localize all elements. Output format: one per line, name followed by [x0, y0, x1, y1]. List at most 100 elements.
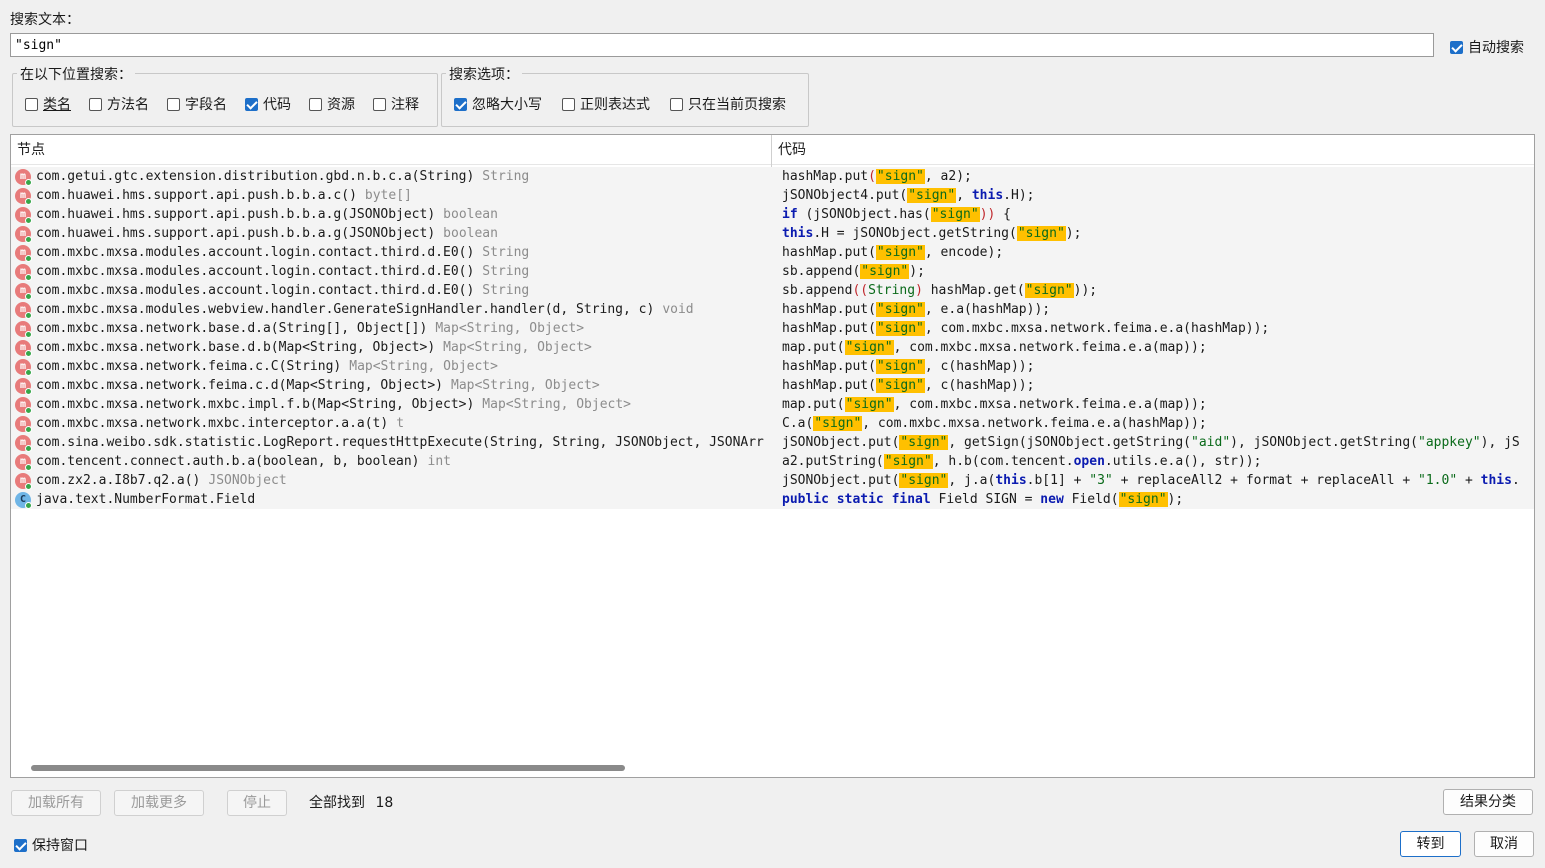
- node-return-type: Map<String, Object>: [443, 340, 592, 355]
- option-method-name[interactable]: 方法名: [89, 94, 149, 114]
- method-icon: m: [15, 434, 32, 452]
- code-token: public static final: [782, 492, 931, 507]
- match-highlight: "sign": [907, 188, 957, 203]
- checkbox-icon: [89, 97, 102, 111]
- result-code: hashMap.put("sign", a2);: [782, 167, 1534, 186]
- node-return-type: String: [482, 169, 530, 184]
- option-regex[interactable]: 正则表达式: [562, 94, 650, 114]
- node-return-type: String: [482, 283, 530, 298]
- keep-window-label: 保持窗口: [32, 838, 88, 854]
- result-code: map.put("sign", com.mxbc.mxsa.network.fe…: [782, 338, 1534, 357]
- result-code: sb.append("sign");: [782, 262, 1534, 281]
- load-all-button[interactable]: 加载所有: [11, 790, 101, 816]
- code-token: this: [971, 188, 1004, 203]
- code-token: hashMap.put(: [782, 378, 876, 393]
- code-token: map.put(: [782, 397, 845, 412]
- match-highlight: "sign": [860, 264, 910, 279]
- code-token: )): [979, 207, 996, 222]
- load-more-button[interactable]: 加载更多: [114, 790, 204, 816]
- match-highlight: "sign": [875, 245, 925, 260]
- found-label: 全部找到: [309, 795, 365, 811]
- stop-button[interactable]: 停止: [227, 790, 287, 816]
- node-return-type: int: [427, 454, 451, 469]
- option-code[interactable]: 代码: [245, 94, 291, 114]
- result-node: m com.mxbc.mxsa.modules.account.login.con…: [15, 262, 771, 281]
- node-return-type: t: [396, 416, 405, 431]
- method-icon: m: [15, 377, 32, 395]
- option-resource[interactable]: 资源: [309, 94, 355, 114]
- code-token: , getSign(jSONObject.getString(: [948, 435, 1192, 450]
- result-code: hashMap.put("sign", com.mxbc.mxsa.networ…: [782, 319, 1534, 338]
- group-results-button[interactable]: 结果分类: [1443, 789, 1533, 815]
- code-token: jSONObject.put(: [782, 435, 900, 450]
- result-code: if (jSONObject.has("sign")) {: [782, 205, 1534, 224]
- method-icon: m: [15, 415, 32, 433]
- horizontal-scrollbar[interactable]: [31, 765, 625, 771]
- node-name: java.text.NumberFormat.Field: [36, 492, 256, 507]
- auto-search-label: 自动搜索: [1468, 40, 1524, 56]
- method-icon: m: [15, 320, 32, 338]
- match-highlight: "sign": [844, 397, 894, 412]
- result-node: m com.huawei.hms.support.api.push.b.b.a.c…: [15, 186, 771, 205]
- node-return-type: Map<String, Object>: [482, 397, 632, 412]
- match-highlight: "sign": [875, 302, 925, 317]
- option-ignore-case[interactable]: 忽略大小写: [454, 94, 542, 114]
- option-label: 只在当前页搜索: [688, 97, 786, 113]
- option-label: 注释: [391, 97, 419, 113]
- code-token: map.put(: [782, 340, 845, 355]
- code-token: );: [1065, 226, 1082, 241]
- option-label: 忽略大小写: [472, 97, 542, 113]
- keep-window-checkbox[interactable]: 保持窗口: [14, 835, 88, 855]
- result-code: hashMap.put("sign", e.a(hashMap));: [782, 300, 1534, 319]
- checkbox-icon: [670, 97, 683, 111]
- node-return-type: void: [662, 302, 694, 317]
- option-class-name[interactable]: 类名: [25, 94, 71, 114]
- result-code: jSONObject4.put("sign", this.H);: [782, 186, 1534, 205]
- code-token: new: [1040, 492, 1064, 507]
- search-input[interactable]: [10, 33, 1434, 57]
- code-column-header[interactable]: 代码: [772, 135, 1534, 165]
- node-return-type: JSONObject: [208, 473, 287, 488]
- node-return-type: String: [482, 245, 530, 260]
- result-code: hashMap.put("sign", c(hashMap));: [782, 357, 1534, 376]
- result-node: m com.sina.weibo.sdk.statistic.LogReport.…: [15, 433, 771, 452]
- code-token: , com.mxbc.mxsa.network.feima.e.a(hashMa…: [862, 416, 1207, 431]
- results-table[interactable]: 节点 代码 m com.getui.gtc.extension.distribut…: [10, 134, 1535, 778]
- code-token: jSONObject4.put(: [782, 188, 908, 203]
- code-token: .utils.e.a(), str));: [1104, 454, 1262, 469]
- match-highlight: "sign": [813, 416, 863, 431]
- result-code: hashMap.put("sign", encode);: [782, 243, 1534, 262]
- match-highlight: "sign": [875, 359, 925, 374]
- method-icon: m: [15, 301, 32, 319]
- node-column-header[interactable]: 节点: [11, 135, 771, 165]
- option-current-page-only[interactable]: 只在当前页搜索: [670, 94, 786, 114]
- node-return-type: Map<String, Object>: [451, 378, 600, 393]
- node-name: com.mxbc.mxsa.modules.account.login.cont…: [36, 283, 475, 298]
- checkbox-icon: [454, 97, 467, 111]
- auto-search-checkbox[interactable]: 自动搜索: [1450, 37, 1524, 57]
- node-return-type: Map<String, Object>: [435, 321, 585, 336]
- node-name: com.sina.weibo.sdk.statistic.LogReport.r…: [36, 435, 764, 450]
- node-name: com.tencent.connect.auth.b.a(boolean, b,…: [36, 454, 420, 469]
- option-label: 正则表达式: [580, 97, 650, 113]
- node-name: com.mxbc.mxsa.modules.account.login.cont…: [36, 245, 475, 260]
- option-comment[interactable]: 注释: [373, 94, 419, 114]
- node-return-type: Map<String, Object>: [349, 359, 498, 374]
- code-token: ((: [852, 283, 869, 298]
- result-node: m com.mxbc.mxsa.modules.account.login.con…: [15, 243, 771, 262]
- code-token: , c(hashMap));: [924, 359, 1035, 374]
- result-code: map.put("sign", com.mxbc.mxsa.network.fe…: [782, 395, 1534, 414]
- option-field-name[interactable]: 字段名: [167, 94, 227, 114]
- code-token: ), jSONObject.getString(: [1230, 435, 1418, 450]
- cancel-button[interactable]: 取消: [1474, 831, 1534, 857]
- result-node: m com.mxbc.mxsa.network.base.d.a(String[]…: [15, 319, 771, 338]
- code-token: , com.mxbc.mxsa.network.feima.e.a(hashMa…: [924, 321, 1270, 336]
- goto-button[interactable]: 转到: [1400, 831, 1461, 857]
- result-node: m com.mxbc.mxsa.network.base.d.b(Map<Stri…: [15, 338, 771, 357]
- code-token: +: [1457, 473, 1481, 488]
- code-token: );: [1167, 492, 1184, 507]
- match-highlight: "sign": [875, 321, 925, 336]
- code-token: sb.append: [782, 283, 853, 298]
- checkbox-icon: [309, 97, 322, 111]
- code-token: if: [782, 207, 798, 222]
